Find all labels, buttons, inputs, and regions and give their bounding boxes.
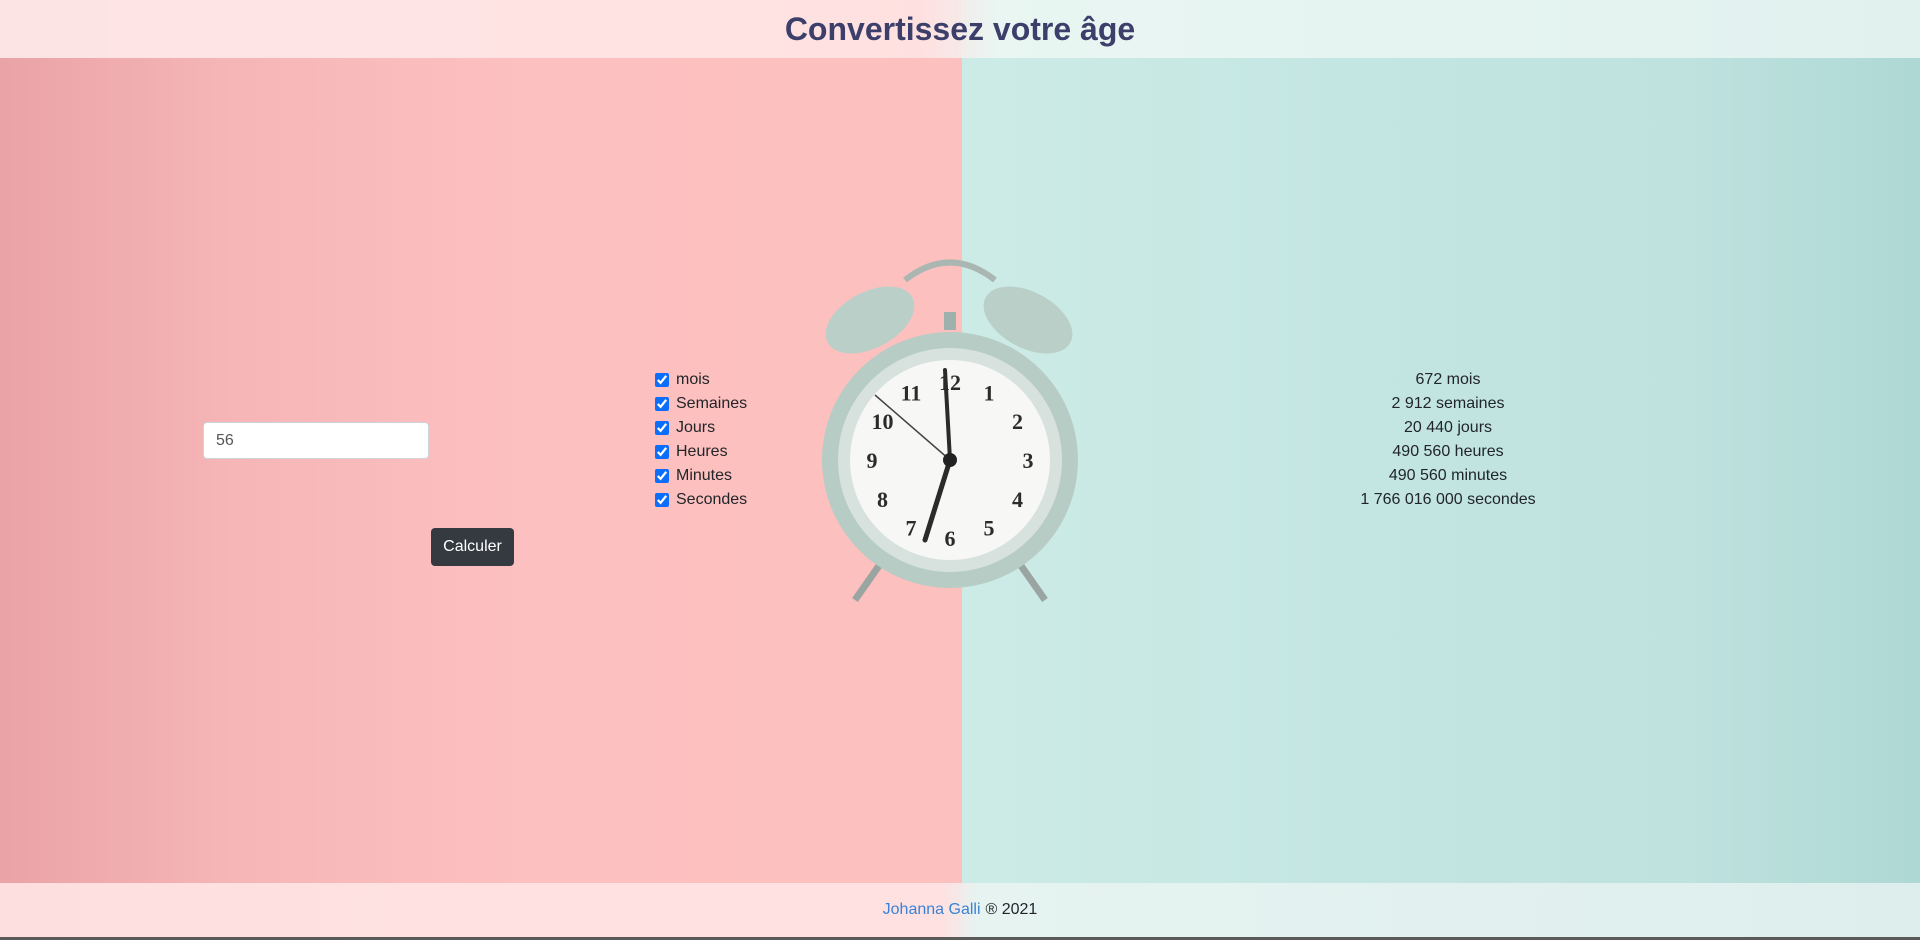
clock-numeral-1: 1 bbox=[984, 381, 995, 406]
calculate-button[interactable]: Calculer bbox=[431, 528, 514, 566]
result-months: 672 mois bbox=[1415, 371, 1481, 388]
clock-numeral-4: 4 bbox=[1012, 487, 1023, 512]
checkbox-row-jours[interactable]: Jours bbox=[655, 416, 747, 440]
page-header: Convertissez votre âge bbox=[0, 0, 1920, 58]
checkbox-secondes[interactable] bbox=[655, 493, 669, 507]
checkbox-label-semaines: Semaines bbox=[676, 395, 748, 412]
bell-hammer bbox=[944, 312, 956, 330]
checkbox-label-minutes: Minutes bbox=[676, 467, 733, 484]
checkbox-jours[interactable] bbox=[655, 421, 669, 435]
unit-checkbox-list: mois Semaines Jours Heures Minutes Secon… bbox=[655, 368, 747, 512]
clock-numeral-5: 5 bbox=[984, 516, 995, 541]
clock-numeral-8: 8 bbox=[877, 487, 888, 512]
result-minutes: 490 560 minutes bbox=[1388, 467, 1508, 484]
page-footer: Johanna Galli ® 2021 bbox=[0, 883, 1920, 937]
result-hours: 490 560 heures bbox=[1392, 443, 1504, 460]
author-link[interactable]: Johanna Galli bbox=[883, 901, 981, 919]
clock-numeral-3: 3 bbox=[1023, 448, 1034, 473]
checkbox-row-mois[interactable]: mois bbox=[655, 368, 747, 392]
clock-handle bbox=[903, 259, 997, 283]
clock-numeral-7: 7 bbox=[906, 516, 917, 541]
alarm-clock-image: 12 1234567891011 bbox=[822, 259, 1078, 603]
checkbox-row-semaines[interactable]: Semaines bbox=[655, 392, 747, 416]
clock-numeral-12: 12 bbox=[939, 370, 961, 395]
checkbox-label-secondes: Secondes bbox=[676, 491, 748, 508]
result-weeks: 2 912 semaines bbox=[1391, 395, 1505, 412]
checkbox-label-mois: mois bbox=[676, 371, 710, 388]
clock-center bbox=[943, 453, 957, 467]
clock-numeral-2: 2 bbox=[1012, 409, 1023, 434]
checkbox-heures[interactable] bbox=[655, 445, 669, 459]
checkbox-semaines[interactable] bbox=[655, 397, 669, 411]
page-title: Convertissez votre âge bbox=[784, 10, 1136, 47]
result-seconds: 1 766 016 000 secondes bbox=[1360, 491, 1536, 508]
clock-numeral-6: 6 bbox=[945, 526, 956, 551]
results-list: 672 mois 2 912 semaines 20 440 jours 490… bbox=[1310, 368, 1586, 512]
checkbox-row-secondes[interactable]: Secondes bbox=[655, 488, 747, 512]
checkbox-minutes[interactable] bbox=[655, 469, 669, 483]
checkbox-row-heures[interactable]: Heures bbox=[655, 440, 747, 464]
clock-numeral-9: 9 bbox=[867, 448, 878, 473]
copyright-text: ® 2021 bbox=[985, 901, 1038, 918]
result-days: 20 440 jours bbox=[1403, 419, 1493, 436]
checkbox-mois[interactable] bbox=[655, 373, 669, 387]
checkbox-row-minutes[interactable]: Minutes bbox=[655, 464, 747, 488]
checkbox-label-heures: Heures bbox=[676, 443, 728, 460]
age-input[interactable] bbox=[203, 422, 429, 459]
clock-numeral-11: 11 bbox=[901, 381, 922, 406]
checkbox-label-jours: Jours bbox=[676, 419, 716, 436]
clock-numeral-10: 10 bbox=[872, 409, 894, 434]
